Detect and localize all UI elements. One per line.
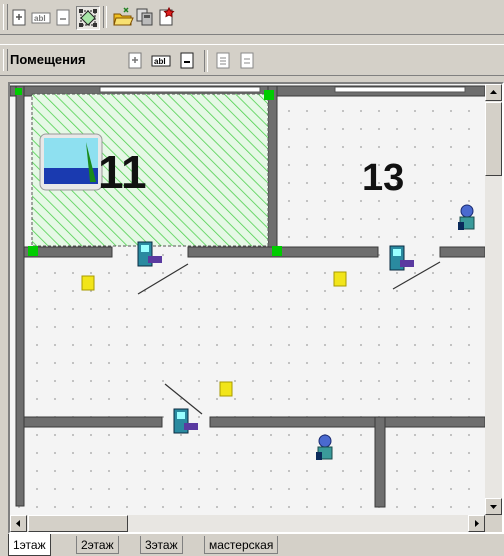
door: [137, 263, 189, 295]
detector-icon[interactable]: [219, 381, 233, 397]
svg-text:abI: abI: [154, 57, 166, 66]
copy-icon[interactable]: [134, 6, 156, 28]
doors: [137, 261, 441, 415]
toolbar-separator: [103, 6, 107, 28]
rooms-label: Помещения: [10, 52, 86, 67]
room-properties-icon[interactable]: [212, 50, 234, 72]
open-folder-icon[interactable]: [112, 6, 134, 28]
selection-handle[interactable]: [15, 88, 22, 95]
scrollbar-corner: [485, 515, 502, 532]
room-type-icon: [39, 133, 103, 191]
svg-text:abI: abI: [34, 14, 46, 23]
tab-floor-3[interactable]: 3этаж: [140, 536, 183, 554]
delete-room-icon[interactable]: [176, 50, 198, 72]
floor-plan-canvas[interactable]: 11 13: [10, 84, 485, 515]
horizontal-scrollbar[interactable]: [10, 515, 485, 532]
horizontal-scroll-thumb[interactable]: [28, 515, 128, 532]
motion-sensor-icon[interactable]: [316, 434, 333, 460]
wall-left: [15, 85, 25, 507]
vertical-scrollbar[interactable]: [485, 84, 502, 515]
terminal-icon[interactable]: [173, 408, 198, 434]
scroll-up-button[interactable]: [485, 84, 502, 101]
rename-text-icon[interactable]: abI: [30, 7, 52, 29]
detector-icon[interactable]: [333, 271, 347, 287]
wall-room11-bottom-right: [187, 246, 379, 258]
detector-icon[interactable]: [81, 275, 95, 291]
wall-room11-right: [267, 85, 278, 257]
window-top-right: [334, 86, 466, 93]
vertical-scroll-thumb[interactable]: [485, 102, 502, 176]
toolbar-grip[interactable]: [3, 49, 8, 71]
selection-handle[interactable]: [264, 90, 274, 100]
main-toolbar: abI: [0, 0, 504, 35]
add-room-icon[interactable]: [124, 50, 146, 72]
tab-floor-2[interactable]: 2этаж: [76, 536, 119, 554]
rename-room-icon[interactable]: abI: [150, 50, 172, 72]
wall-room13-bottom-right: [439, 246, 485, 258]
tab-workshop[interactable]: мастерская: [204, 536, 279, 554]
selection-handle[interactable]: [28, 246, 38, 256]
delete-page-icon[interactable]: [52, 7, 74, 29]
wall-lower-divider: [374, 416, 386, 508]
room-label-11: 11: [98, 146, 147, 198]
select-region-icon[interactable]: [76, 6, 100, 30]
terminal-icon[interactable]: [389, 245, 414, 271]
room-info-icon[interactable]: [236, 50, 258, 72]
scroll-down-button[interactable]: [485, 498, 502, 515]
floor-tabs: 1этаж 2этаж 3этаж мастерская: [0, 534, 504, 556]
toolbar-separator: [204, 50, 208, 72]
wall-corridor-right: [209, 416, 485, 428]
tab-floor-1[interactable]: 1этаж: [8, 534, 51, 556]
window-top-left: [99, 86, 261, 93]
floor-plan-viewport: 11 13: [8, 82, 504, 534]
wall-corridor-left: [23, 416, 163, 428]
add-object-icon[interactable]: [8, 7, 30, 29]
scroll-left-button[interactable]: [10, 515, 27, 532]
scroll-right-button[interactable]: [468, 515, 485, 532]
room-label-13: 13: [362, 157, 404, 199]
selection-handle[interactable]: [272, 246, 282, 256]
new-document-icon[interactable]: [156, 6, 178, 28]
motion-sensor-icon[interactable]: [458, 204, 475, 230]
